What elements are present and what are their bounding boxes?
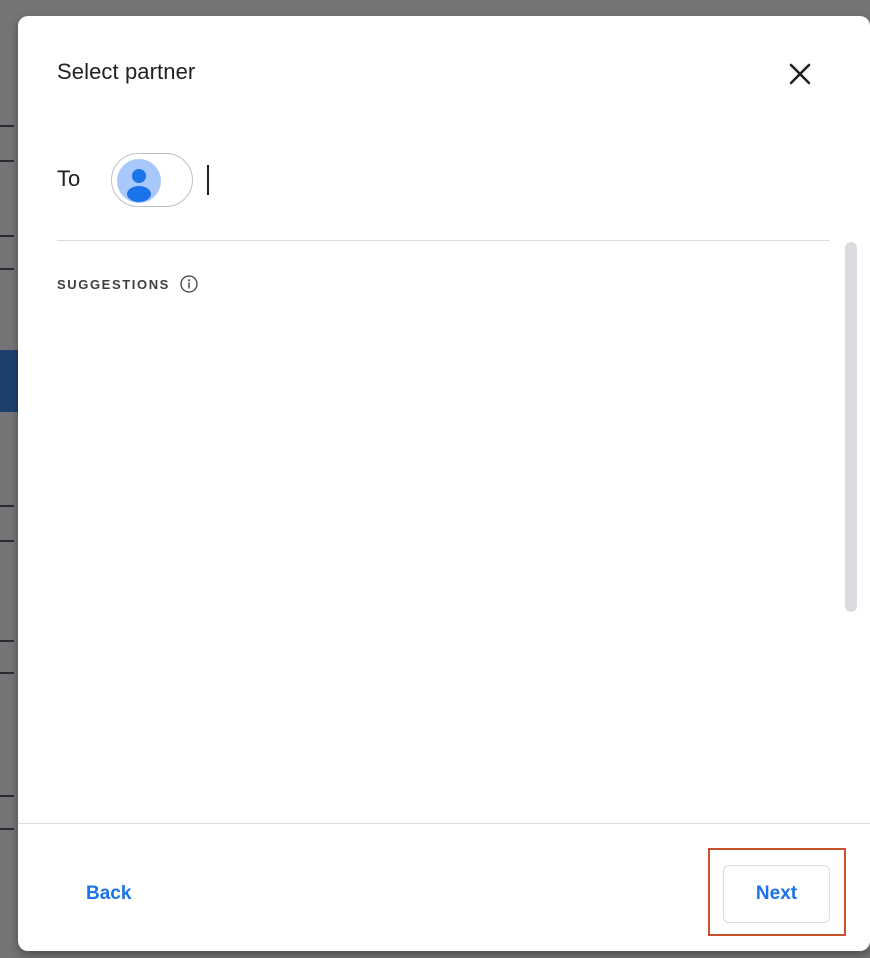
header-divider: [57, 240, 830, 241]
person-avatar-icon: [117, 159, 161, 203]
info-icon[interactable]: [179, 274, 199, 294]
recipient-field[interactable]: To: [57, 153, 817, 207]
close-icon: [789, 63, 811, 85]
next-button[interactable]: Next: [723, 865, 830, 923]
footer-divider: [18, 823, 870, 824]
back-button[interactable]: Back: [66, 869, 156, 919]
select-partner-dialog: Select partner To SUGGESTIONS Back Next: [18, 16, 870, 951]
recipient-chip[interactable]: [111, 153, 193, 207]
to-label: To: [57, 166, 81, 191]
suggestions-label: SUGGESTIONS: [57, 276, 170, 292]
dialog-title: Select partner: [57, 59, 196, 84]
scrollbar-thumb[interactable]: [845, 242, 857, 612]
close-button[interactable]: [780, 54, 820, 94]
suggestions-header: SUGGESTIONS: [57, 274, 199, 294]
scrollbar[interactable]: [844, 242, 858, 612]
text-cursor: [207, 165, 209, 195]
